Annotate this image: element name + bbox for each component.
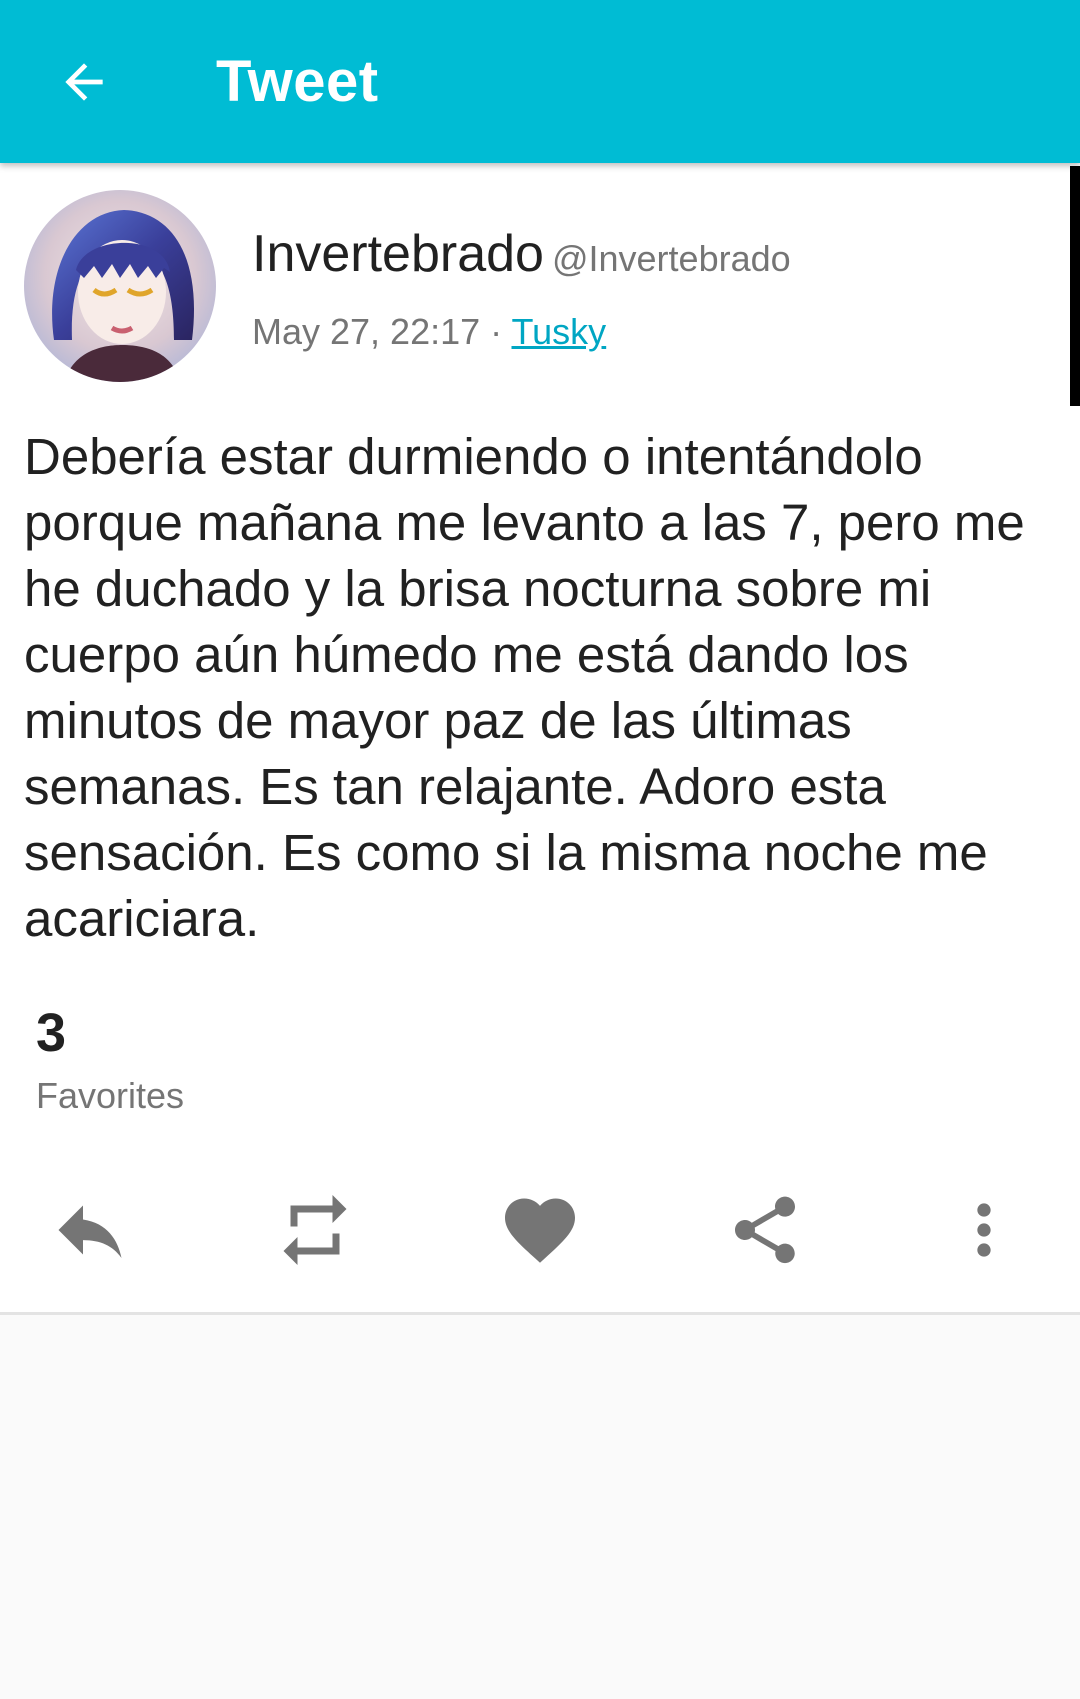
avatar[interactable]: [24, 190, 216, 382]
status-content: Debería estar durmiendo o intentándolo p…: [24, 428, 1025, 947]
share-icon: [735, 1196, 795, 1264]
more-vert-icon: [977, 1203, 991, 1257]
page-title: Tweet: [216, 49, 379, 114]
reply-icon: [58, 1205, 122, 1258]
arrow-back-icon: [65, 63, 103, 101]
app-bar: Tweet: [0, 0, 1080, 163]
scrollbar[interactable]: [1070, 166, 1080, 406]
repeat-icon: [283, 1195, 347, 1265]
favourite-button[interactable]: [490, 1190, 590, 1270]
reply-button[interactable]: [40, 1190, 140, 1270]
application-link[interactable]: Tusky: [512, 311, 607, 352]
favorites-label[interactable]: Favorites: [36, 1074, 184, 1118]
display-name[interactable]: Invertebrado @Invertebrado: [252, 222, 791, 291]
meta-separator: ·: [480, 311, 512, 352]
username: @Invertebrado: [551, 238, 791, 279]
avatar-image: [24, 190, 216, 382]
status-meta: May 27, 22:17 · Tusky: [252, 308, 606, 356]
back-button[interactable]: [52, 50, 116, 114]
more-options-button[interactable]: [934, 1190, 1034, 1270]
share-button[interactable]: [715, 1190, 815, 1270]
display-name-text: Invertebrado: [252, 225, 544, 283]
favorites-count[interactable]: 3: [36, 1000, 66, 1066]
timestamp: May 27, 22:17: [252, 311, 481, 352]
heart-icon: [505, 1198, 575, 1263]
reblog-button[interactable]: [265, 1190, 365, 1270]
